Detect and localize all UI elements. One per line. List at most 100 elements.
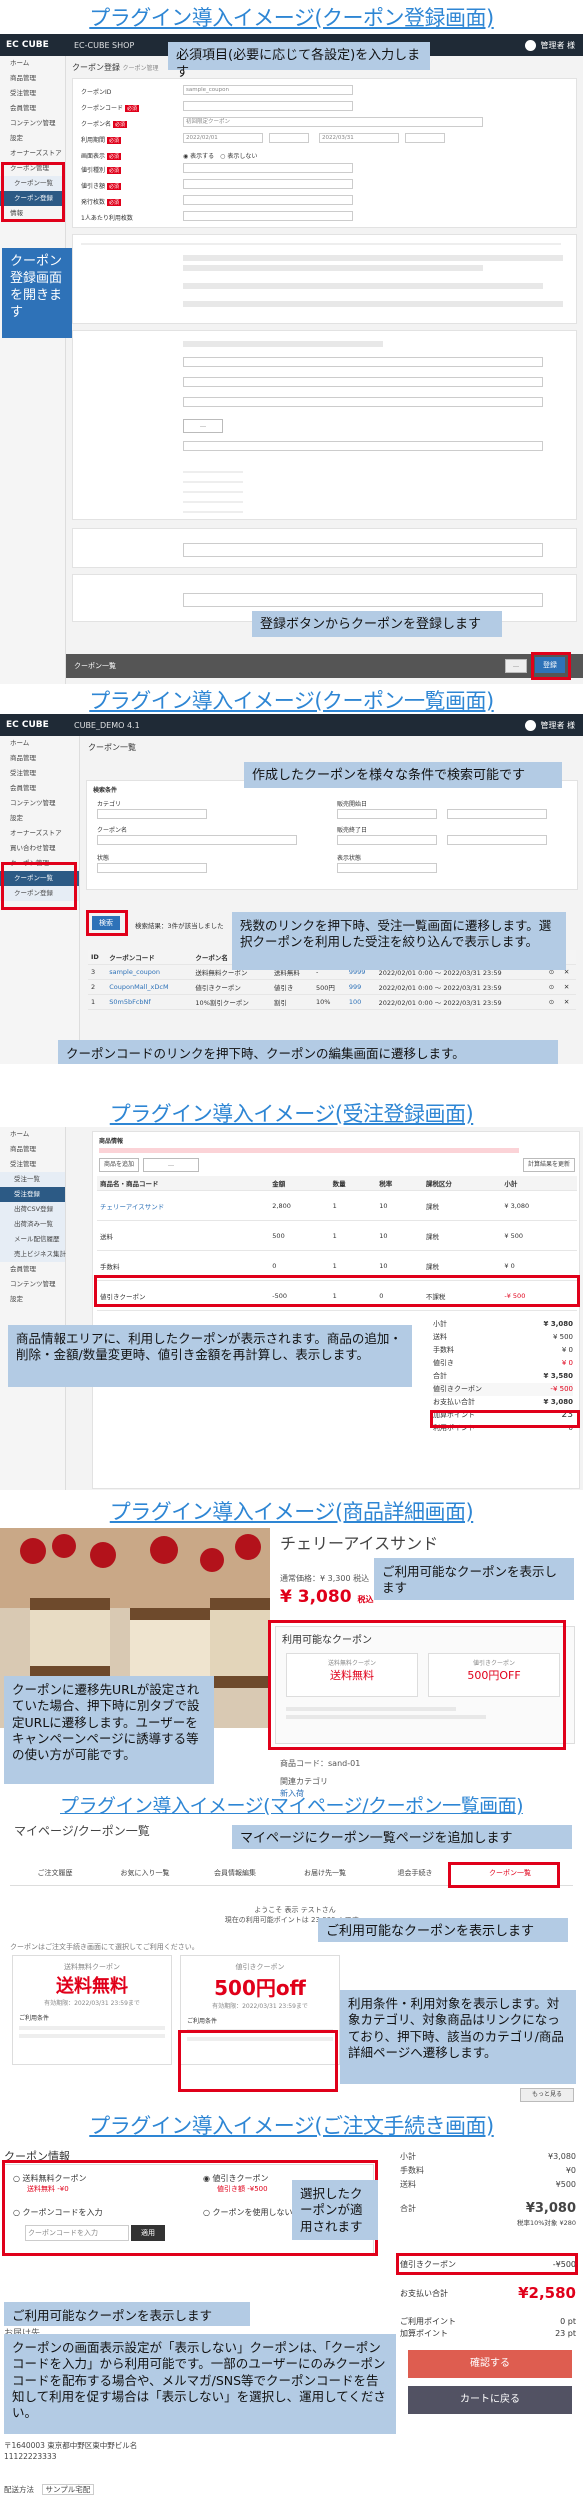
- status-select[interactable]: [97, 863, 207, 873]
- display-select[interactable]: [337, 863, 437, 873]
- field-label: クーポン名 必須: [81, 121, 128, 128]
- sidebar-item[interactable]: ホーム: [0, 736, 79, 751]
- discount-type-select[interactable]: [183, 163, 353, 173]
- shop-name[interactable]: CUBE_DEMO 4.1: [68, 721, 140, 730]
- field-label: 値引種別 必須: [81, 167, 122, 174]
- sidebar-item[interactable]: 受注管理: [0, 1157, 65, 1172]
- date-from-field[interactable]: 2022/02/01: [183, 133, 263, 143]
- admin-user-menu[interactable]: 管理者 様: [525, 719, 583, 731]
- section-title-checkout: プラグイン導入イメージ(ご注文手続き画面): [89, 2114, 494, 2138]
- tab-addresses[interactable]: お届け先一覧: [280, 1868, 370, 1878]
- end-from-date[interactable]: [337, 835, 437, 845]
- sidebar-item[interactable]: コンテンツ管理: [0, 116, 65, 131]
- section-title-product-detail: プラグイン導入イメージ(商品詳細画面): [109, 1500, 474, 1524]
- start-from-date[interactable]: [337, 809, 437, 819]
- note-field[interactable]: [183, 543, 543, 557]
- sidebar-item[interactable]: 買い合わせ管理: [0, 841, 79, 856]
- sidebar-item[interactable]: 会員管理: [0, 1262, 65, 1277]
- coupon-code-link[interactable]: S0m5bFcbNf: [106, 994, 193, 1010]
- sidebar-item[interactable]: 設定: [0, 1292, 65, 1307]
- end-to-date[interactable]: [447, 835, 547, 845]
- related-category-label: 関連カテゴリ: [280, 1777, 328, 1786]
- callout-required-fields: 必須項目(必要に応じて各設定)を入力します: [168, 42, 430, 80]
- admin-user-menu[interactable]: 管理者 様: [525, 39, 583, 51]
- tab-order-history[interactable]: ご注文履歴: [10, 1868, 100, 1878]
- delete-icon[interactable]: ✕: [560, 994, 576, 1010]
- delete-icon[interactable]: ✕: [560, 979, 576, 995]
- remaining-link[interactable]: 999: [345, 979, 376, 995]
- toggle-icon[interactable]: ⊙: [545, 979, 561, 995]
- delivery-method: 配送方法 サンプル宅配: [4, 2484, 95, 2495]
- sidebar-item[interactable]: 設定: [0, 131, 65, 146]
- category-select[interactable]: [97, 809, 207, 819]
- sidebar-item[interactable]: 受注一覧: [0, 1172, 65, 1187]
- highlight-applied-coupon: [396, 2253, 578, 2275]
- coupon-code-link[interactable]: sample_coupon: [106, 964, 193, 980]
- user-avatar-icon: [525, 719, 537, 731]
- sidebar-item[interactable]: 商品管理: [0, 1142, 65, 1157]
- tab-profile[interactable]: 会員情報編集: [190, 1868, 280, 1878]
- time-from-field[interactable]: [269, 133, 309, 143]
- shop-name[interactable]: EC-CUBE SHOP: [68, 41, 134, 50]
- remaining-link[interactable]: 100: [345, 994, 376, 1010]
- sidebar-item[interactable]: オーナーズストア: [0, 146, 65, 161]
- extra-field[interactable]: [183, 593, 543, 607]
- sidebar-item[interactable]: 商品管理: [0, 751, 79, 766]
- sidebar-item[interactable]: ホーム: [0, 1127, 65, 1142]
- more-button[interactable]: もっと見る: [520, 2088, 574, 2102]
- sidebar-item[interactable]: コンテンツ管理: [0, 796, 79, 811]
- back-to-cart-button[interactable]: カートに戻る: [408, 2386, 572, 2414]
- discount-value-field[interactable]: [183, 179, 353, 189]
- user-name: 管理者 様: [540, 720, 575, 730]
- coupon-name-field[interactable]: 初回限定クーポン: [183, 117, 483, 127]
- add-product-button[interactable]: 商品を追加: [99, 1158, 139, 1172]
- display-options[interactable]: ◉ 表示する ○ 表示しない: [183, 151, 257, 160]
- highlight-coupon-row: [94, 1275, 580, 1307]
- target-field[interactable]: [183, 377, 543, 387]
- tab-favorites[interactable]: お気に入り一覧: [100, 1868, 190, 1878]
- sidebar-item[interactable]: 出荷CSV登録: [0, 1202, 65, 1217]
- mypage-coupon-card[interactable]: 送料無料クーポン 送料無料 有効期限：2022/03/31 23:59まで ご利…: [12, 1955, 172, 2065]
- issue-count-field[interactable]: [183, 195, 353, 205]
- sidebar-item[interactable]: 商品管理: [0, 71, 65, 86]
- sidebar-item[interactable]: 会員管理: [0, 101, 65, 116]
- highlight-coupon-tab: [448, 1862, 560, 1888]
- toggle-icon[interactable]: ⊙: [545, 994, 561, 1010]
- sidebar-item[interactable]: 設定: [0, 811, 79, 826]
- coupon-name-search[interactable]: [97, 835, 297, 845]
- time-to-field[interactable]: [405, 133, 445, 143]
- field-label: クーポンコード 必須: [81, 105, 140, 112]
- sidebar-item[interactable]: オーナーズストア: [0, 826, 79, 841]
- per-user-field[interactable]: [183, 211, 353, 221]
- table-row: 送料 500 1 10 課税 ¥ 500: [97, 1220, 577, 1251]
- date-to-field[interactable]: 2022/03/31: [319, 133, 399, 143]
- recalc-button[interactable]: 計算結果を更新: [523, 1158, 575, 1172]
- sidebar-item[interactable]: 出荷済み一覧: [0, 1217, 65, 1232]
- coupon-code-link[interactable]: CouponMall_xDcM: [106, 979, 193, 995]
- sidebar-item[interactable]: 売上ビジネス集計: [0, 1247, 66, 1262]
- file-select-button[interactable]: …: [183, 419, 223, 433]
- confirm-button[interactable]: 確認する: [408, 2350, 572, 2378]
- panel-title: 商品情報: [99, 1138, 124, 1145]
- sidebar-item[interactable]: 会員管理: [0, 781, 79, 796]
- add-other-button[interactable]: …: [143, 1158, 199, 1172]
- sidebar-item[interactable]: メール配信履歴: [0, 1232, 65, 1247]
- table-row: 1 S0m5bFcbNf 10%割引クーポン 割引 10% 100 2022/02/01 0…: [88, 994, 576, 1010]
- cancel-button[interactable]: …: [505, 659, 527, 673]
- target-field[interactable]: [183, 357, 543, 367]
- sidebar-item-order-register[interactable]: 受注登録: [0, 1187, 65, 1202]
- back-link[interactable]: クーポン一覧: [74, 662, 116, 670]
- sidebar-item[interactable]: 受注管理: [0, 766, 79, 781]
- coupon-code-field[interactable]: [183, 101, 353, 111]
- mypage-title: マイページ/クーポン一覧: [14, 1824, 150, 1838]
- delivery-method-select[interactable]: サンプル宅配: [41, 2484, 95, 2495]
- sidebar-item[interactable]: 受注管理: [0, 86, 65, 101]
- admin-sidebar: ホーム 商品管理 受注管理 受注一覧 受注登録 出荷CSV登録 出荷済み一覧 メ…: [0, 1127, 66, 1490]
- coupon-id-field[interactable]: sample_coupon: [183, 85, 353, 95]
- start-to-date[interactable]: [447, 809, 547, 819]
- sidebar-item[interactable]: コンテンツ管理: [0, 1277, 65, 1292]
- tab-withdraw[interactable]: 退会手続き: [370, 1868, 460, 1878]
- target-field[interactable]: [183, 397, 543, 407]
- sidebar-item[interactable]: ホーム: [0, 56, 65, 71]
- target-field[interactable]: [183, 441, 543, 451]
